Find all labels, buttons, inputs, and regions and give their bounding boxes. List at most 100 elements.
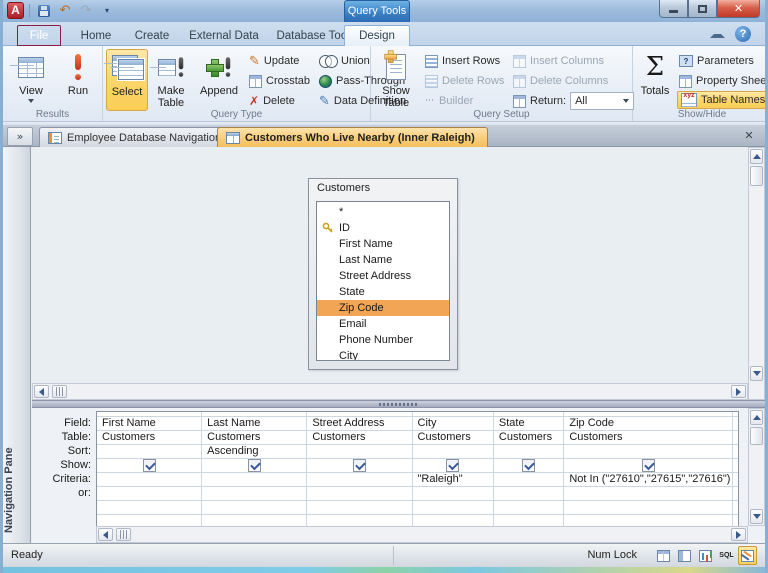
totals-button[interactable]: Σ Totals xyxy=(635,49,675,111)
return-combobox[interactable]: All xyxy=(570,92,634,110)
scroll-left-button[interactable] xyxy=(34,385,49,398)
column-selector[interactable] xyxy=(307,412,412,416)
table-cell[interactable]: Customers xyxy=(564,431,733,444)
top-pane-horizontal-scrollbar[interactable] xyxy=(32,383,748,400)
maximize-button[interactable] xyxy=(688,0,717,18)
top-pane-vertical-scrollbar[interactable] xyxy=(748,147,765,400)
tab-employee-database-navigation[interactable]: Employee Database Navigation xyxy=(39,127,234,147)
minimize-button[interactable] xyxy=(659,0,688,18)
scroll-up-button[interactable] xyxy=(750,149,763,164)
show-table-button[interactable]: Show Table xyxy=(375,49,417,111)
tab-create[interactable]: Create xyxy=(127,25,177,46)
field-cell[interactable]: First Name xyxy=(97,417,202,430)
field-item-phone-number[interactable]: Phone Number xyxy=(317,332,449,348)
empty-cell[interactable] xyxy=(202,501,307,514)
show-checkbox[interactable] xyxy=(446,459,459,472)
table-cell[interactable]: Customers xyxy=(494,431,564,444)
field-item-email[interactable]: Email xyxy=(317,316,449,332)
scroll-down-button[interactable] xyxy=(750,366,763,381)
field-item-star[interactable]: * xyxy=(317,204,449,220)
criteria-cell[interactable] xyxy=(97,473,202,486)
make-table-button[interactable]: Make Table xyxy=(150,49,192,111)
criteria-cell[interactable] xyxy=(494,473,564,486)
field-cell[interactable]: Zip Code xyxy=(564,417,733,430)
criteria-cell[interactable]: Not In ("27610","27615","27616") xyxy=(564,473,733,486)
sort-cell[interactable] xyxy=(307,445,412,458)
pane-split-grip[interactable] xyxy=(52,385,67,398)
tab-file[interactable]: File xyxy=(17,25,61,46)
property-sheet-button[interactable]: Property Sheet xyxy=(679,72,768,90)
empty-cell[interactable] xyxy=(97,501,202,514)
insert-rows-button[interactable]: Insert Rows xyxy=(425,52,500,70)
append-button[interactable]: Append xyxy=(195,49,243,111)
tab-design[interactable]: Design xyxy=(344,25,410,46)
show-checkbox[interactable] xyxy=(522,459,535,472)
pivottable-view-button[interactable] xyxy=(675,546,694,565)
or-cell[interactable] xyxy=(733,487,738,500)
table-cell[interactable]: Customers xyxy=(413,431,494,444)
column-selector[interactable] xyxy=(494,412,564,416)
table-cell[interactable] xyxy=(733,431,738,444)
criteria-cell[interactable] xyxy=(202,473,307,486)
scrollbar-thumb[interactable] xyxy=(750,166,763,186)
sql-view-button[interactable]: SQL xyxy=(717,546,736,565)
column-selector[interactable] xyxy=(97,412,202,416)
criteria-cell[interactable] xyxy=(733,473,738,486)
field-cell[interactable]: City xyxy=(413,417,494,430)
delete-button[interactable]: ✗Delete xyxy=(249,92,295,110)
table-cell[interactable]: Customers xyxy=(97,431,202,444)
minimize-ribbon-icon[interactable] xyxy=(710,30,719,36)
show-checkbox[interactable] xyxy=(642,459,655,472)
criteria-cell[interactable]: "Raleigh" xyxy=(413,473,494,486)
access-app-icon[interactable]: A xyxy=(7,2,24,19)
tab-customers-query[interactable]: Customers Who Live Nearby (Inner Raleigh… xyxy=(217,127,488,147)
grid-horizontal-scrollbar[interactable] xyxy=(96,526,748,543)
navigation-pane-collapsed[interactable]: Navigation Pane xyxy=(3,147,31,543)
tab-home[interactable]: Home xyxy=(71,25,121,46)
field-item-first-name[interactable]: First Name xyxy=(317,236,449,252)
scroll-right-button[interactable] xyxy=(731,528,746,541)
view-button[interactable]: View xyxy=(8,49,54,111)
show-checkbox[interactable] xyxy=(353,459,366,472)
select-query-button[interactable]: Select xyxy=(106,49,148,111)
scroll-up-button[interactable] xyxy=(750,410,763,425)
sort-cell[interactable] xyxy=(494,445,564,458)
datasheet-view-button[interactable] xyxy=(654,546,673,565)
pane-split-grip[interactable] xyxy=(116,528,131,541)
or-cell[interactable] xyxy=(202,487,307,500)
parameters-button[interactable]: ?Parameters xyxy=(679,52,754,70)
or-cell[interactable] xyxy=(494,487,564,500)
pane-splitter[interactable] xyxy=(32,400,765,408)
field-list-window[interactable]: Customers * ID First Name Last Name Stre… xyxy=(308,178,458,370)
run-button[interactable]: Run xyxy=(55,49,101,111)
or-cell[interactable] xyxy=(97,487,202,500)
field-item-last-name[interactable]: Last Name xyxy=(317,252,449,268)
field-cell[interactable]: Street Address xyxy=(307,417,412,430)
field-item-city[interactable]: City xyxy=(317,348,449,361)
column-selector[interactable] xyxy=(564,412,733,416)
close-document-icon[interactable]: ✕ xyxy=(741,128,757,144)
design-view-button[interactable] xyxy=(738,546,757,565)
save-icon[interactable] xyxy=(35,2,53,19)
union-button[interactable]: Union xyxy=(319,52,370,70)
empty-cell[interactable] xyxy=(564,501,733,514)
show-checkbox[interactable] xyxy=(143,459,156,472)
table-names-button[interactable]: xyzTable Names xyxy=(677,91,768,109)
crosstab-button[interactable]: Crosstab xyxy=(249,72,310,90)
field-item-zip-code[interactable]: Zip Code xyxy=(317,300,449,316)
field-item-street-address[interactable]: Street Address xyxy=(317,268,449,284)
pivotchart-view-button[interactable] xyxy=(696,546,715,565)
or-cell[interactable] xyxy=(307,487,412,500)
grid-vertical-scrollbar[interactable] xyxy=(748,408,765,526)
table-cell[interactable]: Customers xyxy=(307,431,412,444)
tab-external-data[interactable]: External Data xyxy=(183,25,265,46)
empty-cell[interactable] xyxy=(307,501,412,514)
expand-navigation-pane-button[interactable]: » xyxy=(7,127,33,146)
undo-icon[interactable]: ↶ xyxy=(56,2,74,19)
sort-cell[interactable] xyxy=(413,445,494,458)
column-selector[interactable] xyxy=(413,412,494,416)
scroll-down-button[interactable] xyxy=(750,509,763,524)
sort-cell[interactable]: Ascending xyxy=(202,445,307,458)
empty-cell[interactable] xyxy=(413,501,494,514)
table-cell[interactable]: Customers xyxy=(202,431,307,444)
